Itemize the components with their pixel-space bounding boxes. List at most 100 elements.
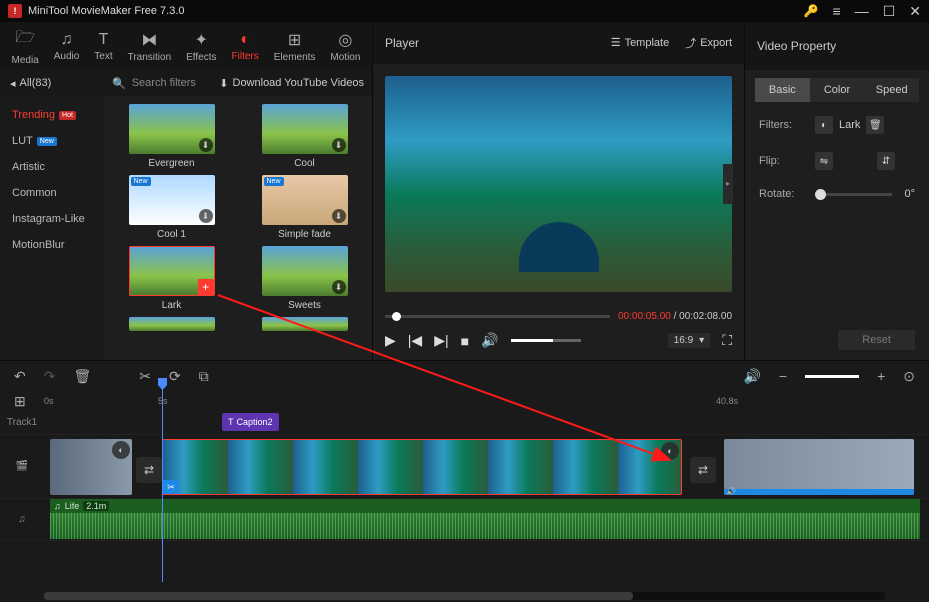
new-badge: New: [131, 177, 151, 186]
tab-audio[interactable]: ♫Audio: [48, 29, 86, 64]
filter-cool[interactable]: ⬇Cool: [245, 104, 364, 169]
split-button[interactable]: ✂: [139, 368, 151, 385]
filter-evergreen[interactable]: ⬇Evergreen: [112, 104, 231, 169]
aspect-select[interactable]: 16:9▾: [668, 333, 711, 348]
prop-tab-speed[interactable]: Speed: [864, 78, 919, 102]
filters-label: Filters:: [759, 119, 803, 131]
download-icon[interactable]: ⬇: [199, 138, 213, 152]
cat-lut[interactable]: LUTNew: [0, 128, 104, 154]
filter-cool1[interactable]: New⬇Cool 1: [112, 175, 231, 240]
applied-filter-name: Lark: [839, 119, 860, 131]
filter-search-input[interactable]: 🔍Search filters: [104, 77, 219, 90]
filter-lark[interactable]: +Lark: [112, 246, 231, 311]
filter-item[interactable]: [245, 317, 364, 331]
tab-effects[interactable]: ✦Effects: [180, 28, 222, 65]
audio-clip[interactable]: ♫Life2.1m: [50, 499, 920, 540]
timeline-scrollbar[interactable]: [44, 592, 885, 600]
download-icon[interactable]: ⬇: [332, 280, 346, 294]
download-icon[interactable]: ⬇: [332, 138, 346, 152]
speed-button[interactable]: ⟳: [169, 368, 181, 385]
text-icon: T: [99, 31, 109, 49]
minimize-button[interactable]: —: [855, 3, 869, 19]
reset-button[interactable]: Reset: [838, 330, 915, 350]
volume-icon[interactable]: 🔊: [481, 332, 498, 349]
tab-motion[interactable]: ◎Motion: [324, 28, 366, 65]
cat-instagram[interactable]: Instagram-Like: [0, 206, 104, 232]
zoom-in-button[interactable]: +: [877, 368, 885, 384]
menu-icon[interactable]: ≡: [833, 3, 841, 19]
video-track[interactable]: ◐ ⇄ ◐ ✂ ⇄ 🔊: [44, 435, 929, 498]
zoom-slider[interactable]: [805, 375, 859, 378]
tab-text[interactable]: TText: [88, 29, 118, 64]
playhead[interactable]: [162, 378, 163, 582]
waveform: [50, 513, 920, 539]
delete-button[interactable]: 🗑: [73, 368, 91, 385]
caption-clip[interactable]: TCaption2: [222, 413, 279, 431]
flip-horizontal-button[interactable]: ⇋: [815, 152, 833, 170]
tab-media[interactable]: 🗁Media: [5, 24, 44, 68]
filter-categories: TrendingHot LUTNew Artistic Common Insta…: [0, 96, 104, 360]
tab-elements[interactable]: ⊞Elements: [268, 28, 322, 65]
template-button[interactable]: ☰Template: [611, 35, 670, 51]
filter-sweets[interactable]: ⬇Sweets: [245, 246, 364, 311]
player-title: Player: [385, 36, 419, 50]
export-button[interactable]: ⤴Export: [685, 35, 732, 51]
cat-artistic[interactable]: Artistic: [0, 154, 104, 180]
delete-filter-button[interactable]: 🗑: [866, 116, 884, 134]
transition-handle[interactable]: ⇄: [690, 457, 716, 483]
cat-common[interactable]: Common: [0, 180, 104, 206]
prev-frame-button[interactable]: |◀: [408, 332, 422, 349]
text-icon: T: [228, 417, 234, 427]
video-track-icon: 🎬: [0, 461, 44, 472]
cat-motionblur[interactable]: MotionBlur: [0, 232, 104, 258]
close-button[interactable]: ✕: [909, 3, 921, 20]
filter-simplefade[interactable]: New⬇Simple fade: [245, 175, 364, 240]
tab-filters[interactable]: ◐Filters: [226, 29, 265, 64]
flip-vertical-button[interactable]: ⇵: [877, 152, 895, 170]
music-note-icon: ♫: [54, 501, 61, 511]
video-clip-3[interactable]: 🔊: [724, 439, 914, 495]
download-icon[interactable]: ⬇: [332, 209, 346, 223]
stop-button[interactable]: ■: [461, 333, 469, 349]
play-button[interactable]: ▶: [385, 332, 396, 349]
maximize-button[interactable]: ☐: [883, 3, 896, 20]
download-icon[interactable]: ⬇: [199, 209, 213, 223]
undo-button[interactable]: ↶: [14, 368, 26, 385]
time-total: 00:02:08.00: [679, 311, 732, 322]
timeline-ruler[interactable]: ⊞ 0s 5s 40.8s: [0, 391, 929, 411]
elements-icon: ⊞: [288, 30, 301, 50]
crop-button[interactable]: ⧉: [199, 368, 209, 385]
hot-badge: Hot: [59, 111, 76, 120]
zoom-out-button[interactable]: −: [779, 368, 787, 384]
track1-label: Track1: [0, 417, 44, 428]
library-panel: 🗁Media ♫Audio TText ⧓Transition ✦Effects…: [0, 22, 372, 360]
filter-item[interactable]: [112, 317, 231, 331]
video-preview[interactable]: ▸: [385, 76, 732, 292]
transition-icon: ⧓: [141, 30, 157, 50]
rotate-slider[interactable]: [815, 193, 892, 196]
redo-button[interactable]: ↷: [44, 368, 56, 385]
tab-transition[interactable]: ⧓Transition: [122, 28, 178, 65]
prop-tab-basic[interactable]: Basic: [755, 78, 810, 102]
audio-toggle-icon[interactable]: 🔊: [743, 368, 760, 385]
volume-slider[interactable]: [511, 339, 581, 342]
cat-trending[interactable]: TrendingHot: [0, 102, 104, 128]
add-filter-button[interactable]: +: [198, 279, 214, 295]
expand-handle[interactable]: ▸: [723, 164, 733, 204]
upgrade-key-icon[interactable]: 🔑: [804, 4, 819, 18]
filter-all-dropdown[interactable]: ◂All(83): [0, 77, 104, 90]
next-frame-button[interactable]: ▶|: [434, 332, 448, 349]
filter-grid: ⬇Evergreen ⬇Cool New⬇Cool 1 New⬇Simple f…: [104, 96, 372, 360]
seek-slider[interactable]: [385, 315, 610, 318]
fullscreen-button[interactable]: ⛶: [722, 332, 732, 349]
zoom-fit-button[interactable]: ⊙: [903, 368, 915, 385]
audio-track[interactable]: ♫Life2.1m: [44, 499, 929, 540]
prop-tab-color[interactable]: Color: [810, 78, 865, 102]
timeline-settings-icon[interactable]: ⊞: [14, 393, 26, 410]
rotate-value: 0°: [904, 188, 915, 200]
transition-handle[interactable]: ⇄: [136, 457, 162, 483]
effects-icon: ✦: [195, 30, 208, 50]
video-clip-1[interactable]: ◐: [50, 439, 132, 495]
download-youtube-link[interactable]: ⬇Download YouTube Videos: [219, 77, 372, 90]
video-clip-2[interactable]: ◐ ✂: [162, 439, 682, 495]
